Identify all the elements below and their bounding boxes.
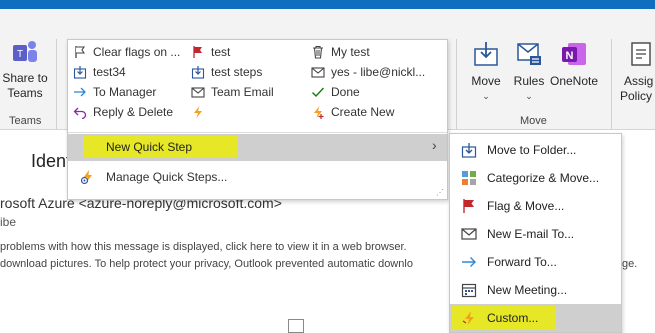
quick-step-test-steps[interactable]: test steps bbox=[190, 62, 262, 82]
quick-step-label: test bbox=[211, 45, 231, 59]
quick-step-test34[interactable]: test34 bbox=[72, 62, 126, 82]
new-quick-step-menu-item[interactable]: New Quick Step › bbox=[68, 134, 447, 161]
quick-step-create-new[interactable]: Create New bbox=[310, 102, 394, 122]
onenote-label: OneNote bbox=[549, 74, 599, 88]
envelope-icon bbox=[460, 226, 477, 243]
quick-step-custom[interactable] bbox=[190, 102, 211, 122]
move-folder-icon bbox=[72, 64, 88, 80]
move-folder-icon bbox=[190, 64, 206, 80]
policy-icon bbox=[628, 40, 654, 68]
quick-step-done[interactable]: Done bbox=[310, 82, 360, 102]
quick-step-label: test steps bbox=[211, 65, 263, 79]
move-label: Move bbox=[471, 74, 501, 88]
envelope-icon bbox=[190, 84, 206, 100]
rules-label: Rules bbox=[513, 74, 545, 88]
submenu-label: New Meeting... bbox=[487, 283, 568, 297]
submenu-custom[interactable]: Custom... bbox=[450, 304, 621, 332]
flag-icon bbox=[460, 198, 477, 215]
assign-label-2: Policy bbox=[620, 89, 653, 103]
quick-step-reply-delete[interactable]: Reply & Delete bbox=[72, 102, 173, 122]
quick-step-to-manager[interactable]: To Manager bbox=[72, 82, 156, 102]
quick-step-clear-flags[interactable]: Clear flags on ... bbox=[72, 42, 180, 62]
resize-grip-icon[interactable]: ⋰ bbox=[436, 188, 444, 197]
quick-step-label: Reply & Delete bbox=[93, 105, 174, 119]
quick-step-my-test[interactable]: My test bbox=[310, 42, 370, 62]
submenu-label: Move to Folder... bbox=[487, 143, 577, 157]
quick-step-label: Clear flags on ... bbox=[93, 45, 181, 59]
menu-divider bbox=[68, 132, 447, 133]
chevron-down-icon: ⌄ bbox=[525, 91, 533, 101]
new-quick-step-label: New Quick Step bbox=[106, 140, 193, 154]
quick-step-test[interactable]: test bbox=[190, 42, 230, 62]
red-flag-icon bbox=[190, 44, 206, 60]
quick-step-label: yes - libe@nickl... bbox=[331, 65, 426, 79]
teams-label-1: Share to bbox=[2, 71, 48, 85]
manage-quick-steps-icon bbox=[80, 169, 96, 185]
move-folder-icon bbox=[460, 142, 477, 159]
chevron-down-icon: ⌄ bbox=[482, 91, 490, 101]
teams-icon: T bbox=[12, 39, 38, 67]
svg-text:N: N bbox=[566, 50, 574, 62]
submenu-label: Flag & Move... bbox=[487, 199, 565, 213]
submenu-label: Custom... bbox=[487, 311, 539, 325]
quick-step-team-email[interactable]: Team Email bbox=[190, 82, 274, 102]
ribbon-separator bbox=[56, 39, 57, 129]
submenu-flag-move[interactable]: Flag & Move... bbox=[450, 192, 621, 220]
clear-flag-icon bbox=[72, 44, 88, 60]
move-folder-icon bbox=[472, 40, 500, 68]
teams-label-2: Teams bbox=[7, 86, 43, 100]
rules-icon bbox=[515, 40, 543, 68]
manage-quick-steps-menu-item[interactable]: Manage Quick Steps... bbox=[80, 167, 227, 187]
svg-text:T: T bbox=[17, 49, 23, 60]
new-quick-step-submenu: Move to Folder... Categorize & Move... F… bbox=[449, 133, 622, 333]
quick-step-label: Team Email bbox=[211, 85, 274, 99]
quick-step-label: test34 bbox=[93, 65, 126, 79]
onenote-icon: N bbox=[560, 40, 588, 68]
quick-step-yes-libe[interactable]: yes - libe@nickl... bbox=[310, 62, 425, 82]
move-button[interactable]: Move ⌄ bbox=[466, 40, 506, 104]
create-new-icon bbox=[310, 104, 326, 120]
image-placeholder-icon bbox=[288, 319, 304, 333]
submenu-new-meeting[interactable]: New Meeting... bbox=[450, 276, 621, 304]
submenu-move-to-folder[interactable]: Move to Folder... bbox=[450, 136, 621, 164]
lightning-icon bbox=[190, 104, 206, 120]
quick-step-label: My test bbox=[331, 45, 370, 59]
quick-step-label: Create New bbox=[331, 105, 395, 119]
info-bar-pictures[interactable]: download pictures. To help protect your … bbox=[0, 258, 413, 270]
envelope-icon bbox=[310, 64, 326, 80]
submenu-label: New E-mail To... bbox=[487, 227, 575, 241]
checkmark-icon bbox=[310, 84, 326, 100]
chevron-right-icon: › bbox=[432, 137, 437, 153]
quick-steps-gallery: Clear flags on ... test My test test34 t… bbox=[67, 39, 448, 200]
submenu-forward-to[interactable]: Forward To... bbox=[450, 248, 621, 276]
ribbon-separator bbox=[611, 39, 612, 129]
move-group-label: Move bbox=[520, 115, 547, 127]
reply-icon bbox=[72, 104, 88, 120]
rules-button[interactable]: Rules ⌄ bbox=[511, 40, 547, 104]
categorize-icon bbox=[460, 170, 477, 187]
teams-group-label: Teams bbox=[9, 115, 42, 127]
forward-arrow-icon bbox=[72, 84, 88, 100]
assign-label-1: Assig bbox=[624, 74, 654, 88]
submenu-label: Categorize & Move... bbox=[487, 171, 600, 185]
share-to-teams-button[interactable]: T Share to Teams bbox=[2, 39, 48, 101]
message-recipient: ibe bbox=[0, 215, 17, 229]
trash-icon bbox=[310, 44, 326, 60]
title-bar bbox=[0, 0, 655, 9]
ribbon-separator bbox=[456, 39, 457, 129]
info-bar-browser[interactable]: problems with how this message is displa… bbox=[0, 241, 407, 253]
quick-step-label: To Manager bbox=[93, 85, 157, 99]
info-bar-pictures-tail: ge. bbox=[622, 258, 638, 270]
forward-arrow-icon bbox=[460, 254, 477, 271]
calendar-icon bbox=[460, 282, 477, 299]
lightning-icon bbox=[460, 310, 477, 327]
assign-policy-button[interactable]: Assig Policy bbox=[618, 40, 655, 104]
quick-step-label: Done bbox=[331, 85, 360, 99]
submenu-label: Forward To... bbox=[487, 255, 557, 269]
onenote-button[interactable]: N OneNote bbox=[548, 40, 600, 89]
manage-quick-steps-label: Manage Quick Steps... bbox=[106, 170, 228, 184]
submenu-new-email-to[interactable]: New E-mail To... bbox=[450, 220, 621, 248]
submenu-categorize-move[interactable]: Categorize & Move... bbox=[450, 164, 621, 192]
